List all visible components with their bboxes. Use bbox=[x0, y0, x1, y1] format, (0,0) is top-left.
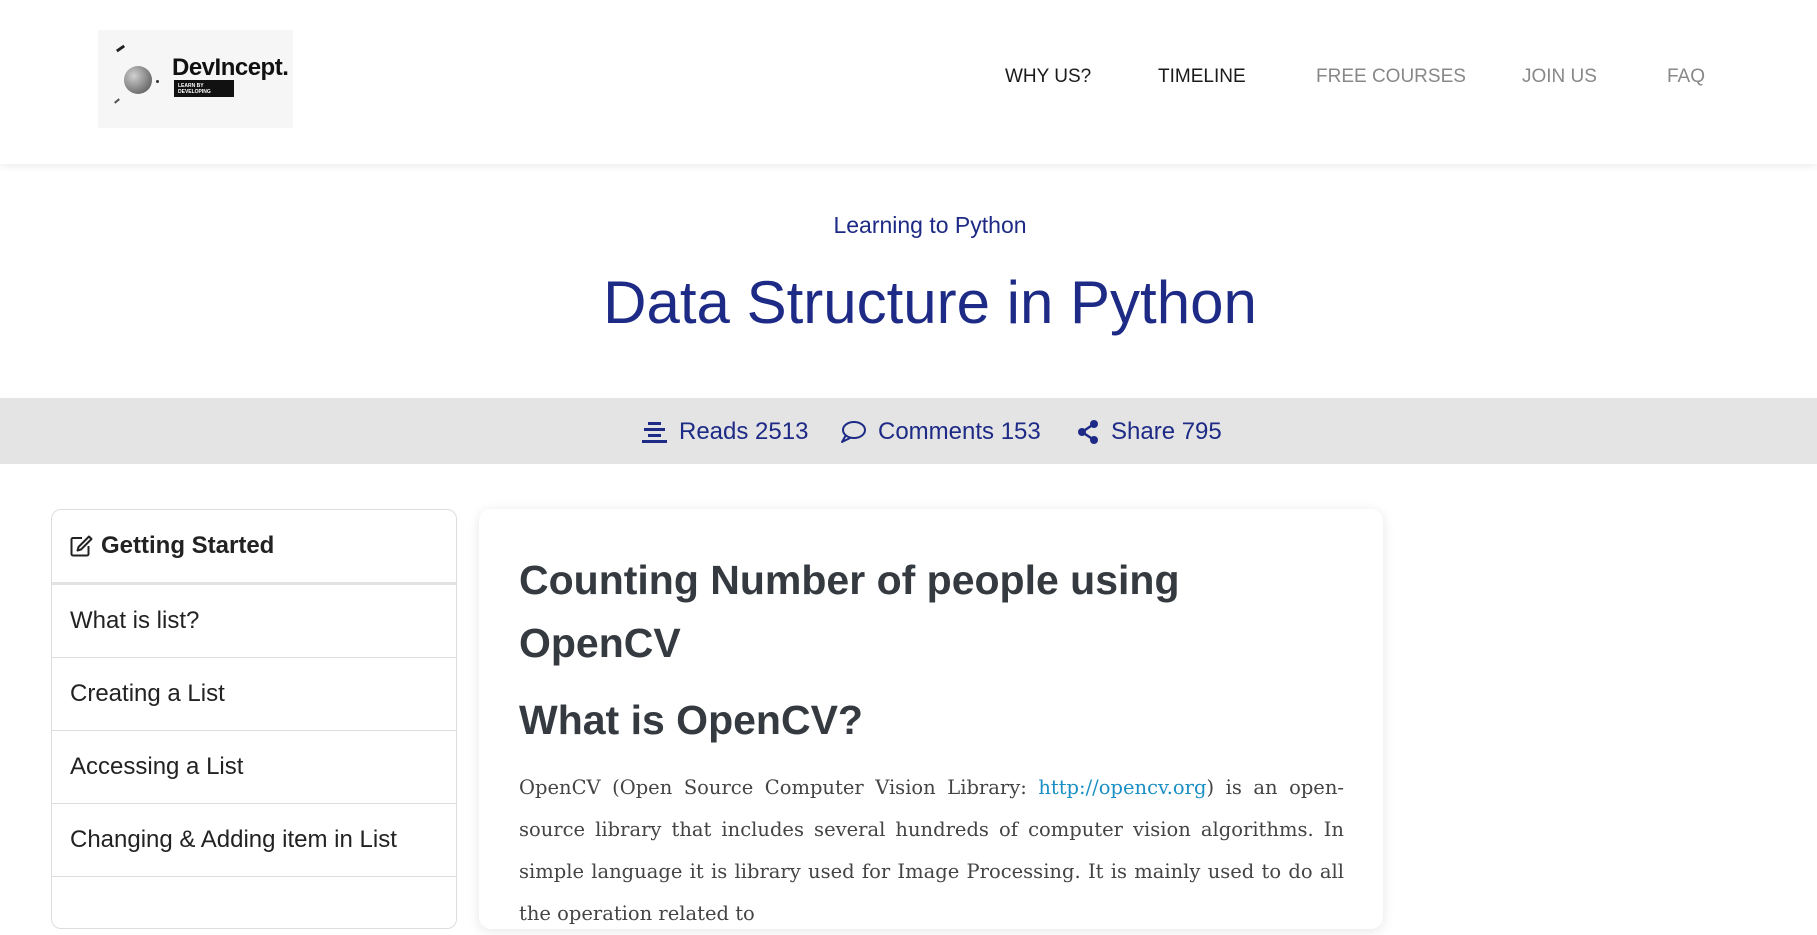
sidebar-item-creating-list[interactable]: Creating a List bbox=[52, 658, 456, 731]
comments-count: Comments 153 bbox=[878, 418, 1041, 445]
reads-count: Reads 2513 bbox=[679, 418, 809, 445]
lesson-sidebar: Getting Started What is list? Creating a… bbox=[51, 509, 457, 929]
comment-icon bbox=[841, 421, 866, 443]
sidebar-item-next[interactable] bbox=[52, 877, 456, 928]
article-title: Counting Number of people using OpenCV bbox=[519, 557, 1180, 666]
nav-faq[interactable]: FAQ bbox=[1667, 66, 1705, 88]
nav-timeline[interactable]: TIMELINE bbox=[1158, 66, 1246, 88]
nav-why-us[interactable]: WHY US? bbox=[1005, 66, 1091, 88]
nav-free-courses[interactable]: FREE COURSES bbox=[1316, 66, 1466, 88]
sidebar-heading-label: Getting Started bbox=[101, 532, 275, 559]
page-title: Data Structure in Python bbox=[603, 269, 1257, 336]
share-stat[interactable]: Share 795 bbox=[1077, 418, 1222, 446]
article-card: Counting Number of people using OpenCV W… bbox=[479, 509, 1383, 929]
share-icon bbox=[1078, 420, 1098, 444]
article-paragraph: OpenCV (Open Source Computer Vision Libr… bbox=[519, 767, 1344, 935]
reads-icon bbox=[642, 422, 667, 443]
logo-dash-mark bbox=[114, 98, 120, 104]
reads-stat: Reads 2513 bbox=[642, 418, 808, 446]
share-count: Share 795 bbox=[1111, 418, 1222, 445]
sidebar-item-accessing-list[interactable]: Accessing a List bbox=[52, 731, 456, 804]
edit-icon bbox=[70, 535, 93, 557]
sidebar-item-what-is-list[interactable]: What is list? bbox=[52, 585, 456, 658]
sidebar-heading: Getting Started bbox=[52, 510, 456, 585]
sidebar-item-changing-adding[interactable]: Changing & Adding item in List bbox=[52, 804, 456, 877]
stats-bar: Reads 2513 Comments 153 Share 795 bbox=[0, 398, 1817, 464]
site-header: DevIncept. LEARN BY DEVELOPING WHY US? T… bbox=[0, 0, 1817, 164]
opencv-link[interactable]: http://opencv.org bbox=[1038, 776, 1206, 799]
paragraph-text-start: OpenCV (Open Source Computer Vision Libr… bbox=[519, 776, 1039, 799]
course-subtitle: Learning to Python bbox=[833, 212, 1027, 238]
comments-stat[interactable]: Comments 153 bbox=[840, 418, 1041, 446]
logo-dash-mark bbox=[115, 44, 126, 53]
nav-join-us[interactable]: JOIN US bbox=[1522, 66, 1597, 88]
section-title: What is OpenCV? bbox=[519, 697, 863, 743]
main-nav: WHY US? TIMELINE FREE COURSES JOIN US FA… bbox=[0, 66, 1817, 96]
